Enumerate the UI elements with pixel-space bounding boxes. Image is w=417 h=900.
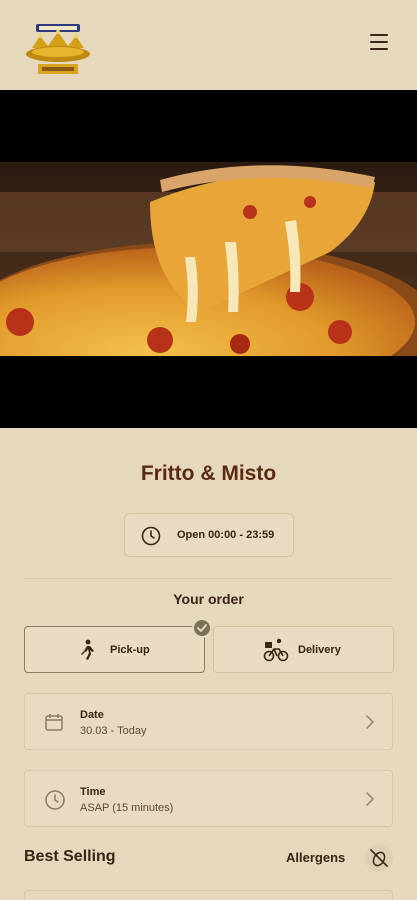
app-header	[0, 0, 417, 90]
bicycle-courier-icon	[263, 638, 289, 667]
restaurant-logo[interactable]	[22, 18, 94, 80]
your-order-heading: Your order	[173, 591, 244, 607]
delivery-option-button[interactable]: Delivery	[213, 626, 394, 673]
opening-hours-text: Open 00:00 - 23:59	[177, 529, 275, 541]
hero-image	[0, 90, 417, 428]
time-value: ASAP (15 minutes)	[80, 802, 174, 814]
delivery-option-label: Delivery	[298, 644, 341, 656]
clock-icon	[44, 789, 66, 816]
date-selector[interactable]: Date 30.03 - Today	[24, 693, 393, 750]
allergens-link[interactable]: Allergens	[286, 850, 345, 865]
date-label: Date	[80, 709, 104, 721]
clock-icon	[141, 526, 161, 551]
chevron-right-icon	[365, 714, 375, 735]
best-selling-heading: Best Selling	[24, 848, 116, 865]
opening-hours-badge: Open 00:00 - 23:59	[124, 513, 294, 557]
time-selector[interactable]: Time ASAP (15 minutes)	[24, 770, 393, 827]
walking-person-icon	[78, 639, 96, 666]
product-card[interactable]	[24, 890, 393, 900]
pizza-cheese-pull-photo	[0, 162, 417, 356]
no-allergen-icon[interactable]	[365, 844, 393, 872]
date-value: 30.03 - Today	[80, 725, 147, 737]
section-divider	[24, 578, 393, 579]
pickup-option-button[interactable]: Pick-up	[24, 626, 205, 673]
chevron-right-icon	[365, 791, 375, 812]
restaurant-name: Fritto & Misto	[140, 462, 277, 485]
pickup-option-label: Pick-up	[110, 644, 150, 656]
hamburger-menu-icon[interactable]	[364, 34, 392, 56]
time-label: Time	[80, 786, 106, 798]
selected-check-icon	[192, 618, 212, 638]
calendar-icon	[44, 712, 64, 737]
